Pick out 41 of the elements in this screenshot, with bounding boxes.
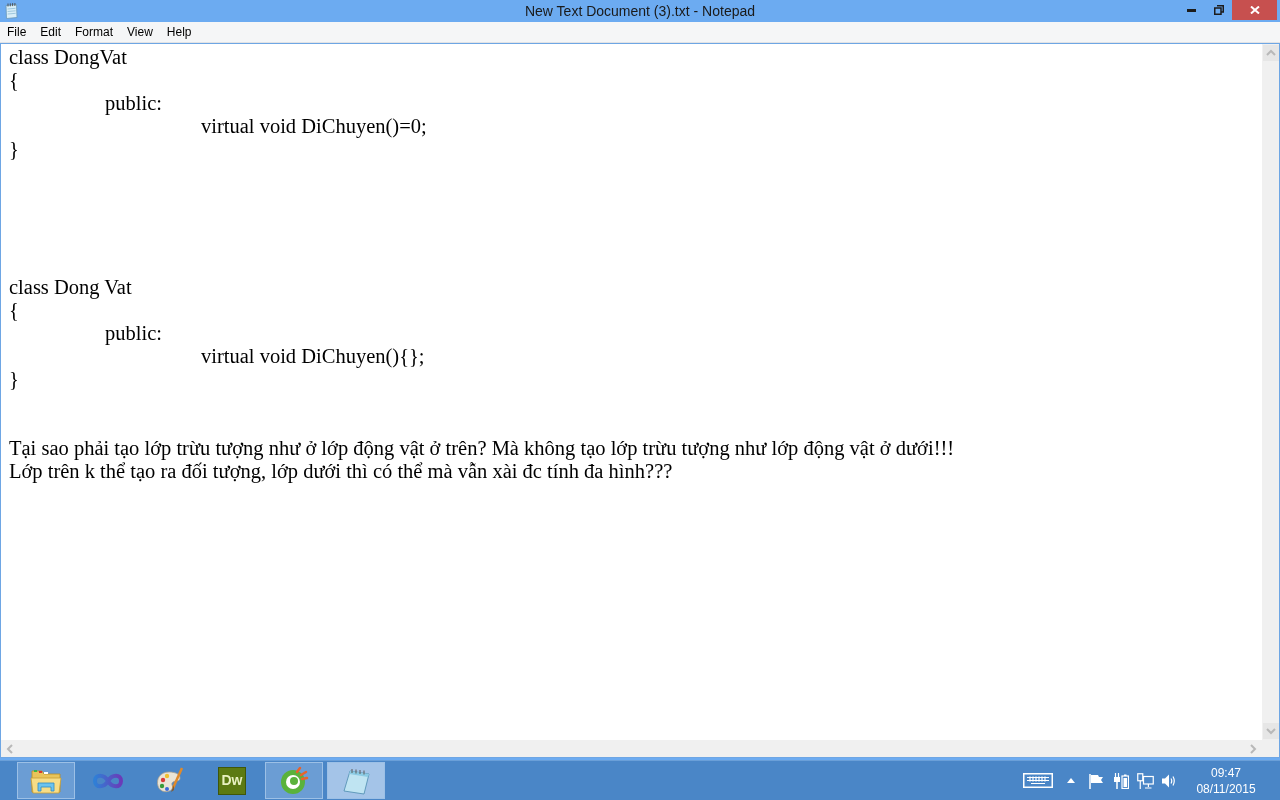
taskbar-button[interactable] [265,762,323,799]
circle-logo-icon [279,765,309,796]
notepad-icon [4,3,18,19]
taskbar-button[interactable] [327,762,385,799]
app-tile: Dw [218,766,246,795]
minimize-icon [1186,8,1196,12]
text-line: Lớp trên k thể tạo ra đối tượng, lớp dưới thì có thể mà vẫn xài đc tính đa hình??? [9,460,673,482]
vertical-scrollbar[interactable] [1262,44,1279,740]
window-title: New Text Document (3).txt - Notepad [524,2,756,20]
scrollbar-corner [1262,740,1279,757]
restore-icon [1213,5,1224,15]
taskbar-button[interactable] [17,762,75,799]
clock-time[interactable]: 09:47 [1211,764,1241,781]
close-button[interactable] [1232,0,1277,20]
clock-date[interactable]: 08/11/2015 [1196,780,1256,797]
menu-item[interactable]: File [0,24,34,40]
infinity-icon [92,771,124,790]
menu-item[interactable]: Help [159,24,199,40]
text-line: virtual void DiChuyen(){}; [200,345,425,367]
text-line: public: [104,92,162,114]
text-line: virtual void DiChuyen()=0; [200,115,427,137]
menu-item[interactable]: Edit [33,24,69,40]
text-line: class Dong Vat [9,276,132,298]
speaker-icon[interactable] [1162,772,1176,789]
text-line: class DongVat [9,46,127,68]
text-line: } [9,138,19,160]
horizontal-scrollbar[interactable] [1,740,1262,757]
menu-item[interactable]: View [120,24,160,40]
battery-plug-icon[interactable] [1114,772,1129,789]
text-line: Tại sao phải tạo lớp trừu tượng như ở lớp động vật ở trên? Mà không tạo lớp trừu tượng như lớp động vật ở dưới!!! [9,437,955,459]
text-line: { [9,69,19,91]
text-line: public: [104,322,162,344]
network-icon[interactable] [1137,772,1154,789]
text-line: } [9,368,19,390]
text-line: { [9,299,19,321]
flag-icon[interactable] [1088,772,1104,789]
caret-up-icon[interactable] [1067,778,1075,783]
keyboard-icon[interactable] [1023,773,1053,788]
menu-item[interactable]: Format [68,24,121,40]
taskbar-button[interactable]: Dw [203,762,261,799]
close-icon [1249,6,1260,14]
